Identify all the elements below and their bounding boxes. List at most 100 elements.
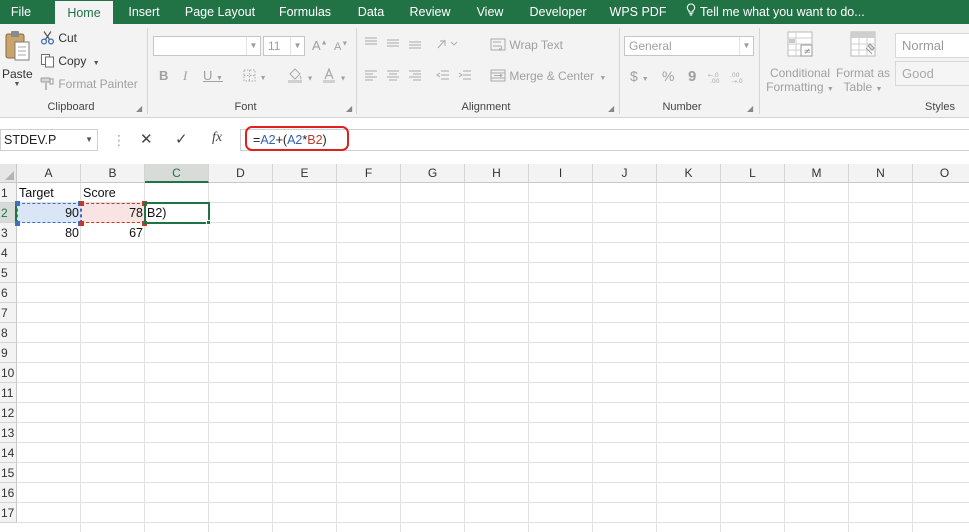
column-header-m[interactable]: M (785, 164, 849, 183)
fill-color-button[interactable]: ▼ (287, 68, 314, 86)
increase-decimal-button[interactable]: ←.0.00 (708, 70, 726, 86)
column-header-n[interactable]: N (849, 164, 913, 183)
merge-center-button[interactable]: Merge & Center ▼ (490, 69, 606, 85)
column-header-g[interactable]: G (401, 164, 465, 183)
currency-button[interactable]: $ ▼ (630, 68, 649, 84)
select-all-button[interactable] (0, 164, 17, 183)
column-header-d[interactable]: D (209, 164, 273, 183)
increase-indent-button[interactable] (458, 69, 472, 85)
cell-b1[interactable]: Score (81, 183, 145, 203)
row-header-3[interactable]: 3 (0, 223, 17, 243)
cancel-formula-button[interactable]: ✕ (140, 130, 153, 148)
column-header-f[interactable]: F (337, 164, 401, 183)
row-header-12[interactable]: 12 (0, 403, 17, 423)
cell-a1[interactable]: Target (17, 183, 81, 203)
row-header-6[interactable]: 6 (0, 283, 17, 303)
column-header-c[interactable]: C (145, 164, 209, 183)
format-painter-button[interactable]: Format Painter (40, 76, 138, 94)
font-color-button[interactable]: ▼ (322, 67, 347, 86)
cell-a3[interactable]: 80 (17, 223, 81, 243)
row-header-1[interactable]: 1 (0, 183, 17, 203)
row-header-7[interactable]: 7 (0, 303, 17, 323)
column-header-b[interactable]: B (81, 164, 145, 183)
align-center-icon (386, 70, 400, 85)
copy-button[interactable]: Copy ▼ (40, 53, 100, 71)
row-header-17[interactable]: 17 (0, 503, 17, 523)
tab-wps-pdf[interactable]: WPS PDF (606, 0, 670, 24)
cell-a2[interactable]: 90 (17, 203, 81, 223)
column-header-e[interactable]: E (273, 164, 337, 183)
paste-button[interactable]: Paste ▼ (2, 30, 33, 94)
row-header-9[interactable]: 9 (0, 343, 17, 363)
font-size-dropdown[interactable]: 11 ▼ (263, 36, 305, 56)
row-header-15[interactable]: 15 (0, 463, 17, 483)
increase-font-size-button[interactable]: A▲ (312, 38, 328, 53)
style-normal[interactable]: Normal (895, 33, 969, 58)
column-header-a[interactable]: A (17, 164, 81, 183)
decrease-indent-button[interactable] (436, 69, 450, 85)
gridline (17, 262, 969, 263)
row-header-16[interactable]: 16 (0, 483, 17, 503)
enter-formula-button[interactable]: ✓ (175, 130, 188, 148)
row-header-14[interactable]: 14 (0, 443, 17, 463)
conditional-formatting-button[interactable]: ≠ Conditional Formatting ▼ (766, 30, 834, 94)
decrease-decimal-button[interactable]: .00 →.0 (730, 70, 748, 86)
row-header-13[interactable]: 13 (0, 423, 17, 443)
align-middle-button[interactable] (386, 36, 400, 52)
tab-insert[interactable]: Insert (122, 0, 166, 24)
number-format-dropdown[interactable]: General ▼ (624, 36, 754, 56)
column-header-h[interactable]: H (465, 164, 529, 183)
tell-me-search[interactable]: Tell me what you want to do... (686, 0, 876, 24)
decrease-font-size-button[interactable]: A▼ (334, 38, 348, 53)
tab-developer[interactable]: Developer (522, 0, 594, 24)
column-header-o[interactable]: O (913, 164, 969, 183)
tab-review[interactable]: Review (404, 0, 456, 24)
italic-button[interactable]: I (183, 68, 187, 84)
column-header-k[interactable]: K (657, 164, 721, 183)
underline-button[interactable]: U ▼ (203, 68, 223, 83)
cell-b2[interactable]: 78 (81, 203, 145, 223)
row-header-10[interactable]: 10 (0, 363, 17, 383)
tab-home[interactable]: Home (55, 1, 113, 24)
cut-button[interactable]: Cut (40, 30, 77, 48)
format-as-table-button[interactable]: Format as Table ▼ (834, 30, 892, 94)
percent-button[interactable]: % (662, 68, 674, 84)
name-box[interactable]: STDEV.P ▼ (0, 129, 98, 151)
row-header-2[interactable]: 2 (0, 203, 17, 223)
tab-view[interactable]: View (470, 0, 510, 24)
row-header-8[interactable]: 8 (0, 323, 17, 343)
formula-input[interactable]: =A2+(A2*B2) (240, 126, 969, 151)
column-header-l[interactable]: L (721, 164, 785, 183)
column-header-i[interactable]: I (529, 164, 593, 183)
gridline (17, 382, 969, 383)
style-good[interactable]: Good (895, 61, 969, 86)
align-top-button[interactable] (364, 36, 378, 52)
borders-button[interactable]: ▼ (243, 68, 267, 85)
row-header-11[interactable]: 11 (0, 383, 17, 403)
comma-style-button[interactable]: 9 (688, 68, 696, 85)
wrap-text-button[interactable]: Wrap Text (490, 38, 563, 54)
dialog-launcher-icon[interactable]: ◢ (747, 104, 753, 113)
insert-function-button[interactable]: fx (212, 130, 222, 146)
align-center-button[interactable] (386, 69, 400, 85)
row-header-4[interactable]: 4 (0, 243, 17, 263)
align-right-button[interactable] (408, 69, 422, 85)
fill-handle[interactable] (206, 220, 211, 225)
tab-file[interactable]: File (6, 0, 36, 24)
spreadsheet-grid[interactable]: A B C D E F G H I J K L M N O 1 2 3 4 5 … (0, 164, 969, 532)
chevron-down-icon: ▼ (92, 60, 100, 68)
dialog-launcher-icon[interactable]: ◢ (136, 104, 142, 113)
cell-b3[interactable]: 67 (81, 223, 145, 243)
row-header-5[interactable]: 5 (0, 263, 17, 283)
tab-page-layout[interactable]: Page Layout (180, 0, 260, 24)
align-bottom-button[interactable] (408, 36, 422, 52)
dialog-launcher-icon[interactable]: ◢ (608, 104, 614, 113)
bold-button[interactable]: B (159, 68, 168, 83)
dialog-launcher-icon[interactable]: ◢ (346, 104, 352, 113)
tab-data[interactable]: Data (350, 0, 392, 24)
tab-formulas[interactable]: Formulas (274, 0, 336, 24)
font-name-dropdown[interactable]: ▼ (153, 36, 261, 56)
align-left-button[interactable] (364, 69, 378, 85)
orientation-button[interactable] (436, 36, 458, 53)
column-header-j[interactable]: J (593, 164, 657, 183)
